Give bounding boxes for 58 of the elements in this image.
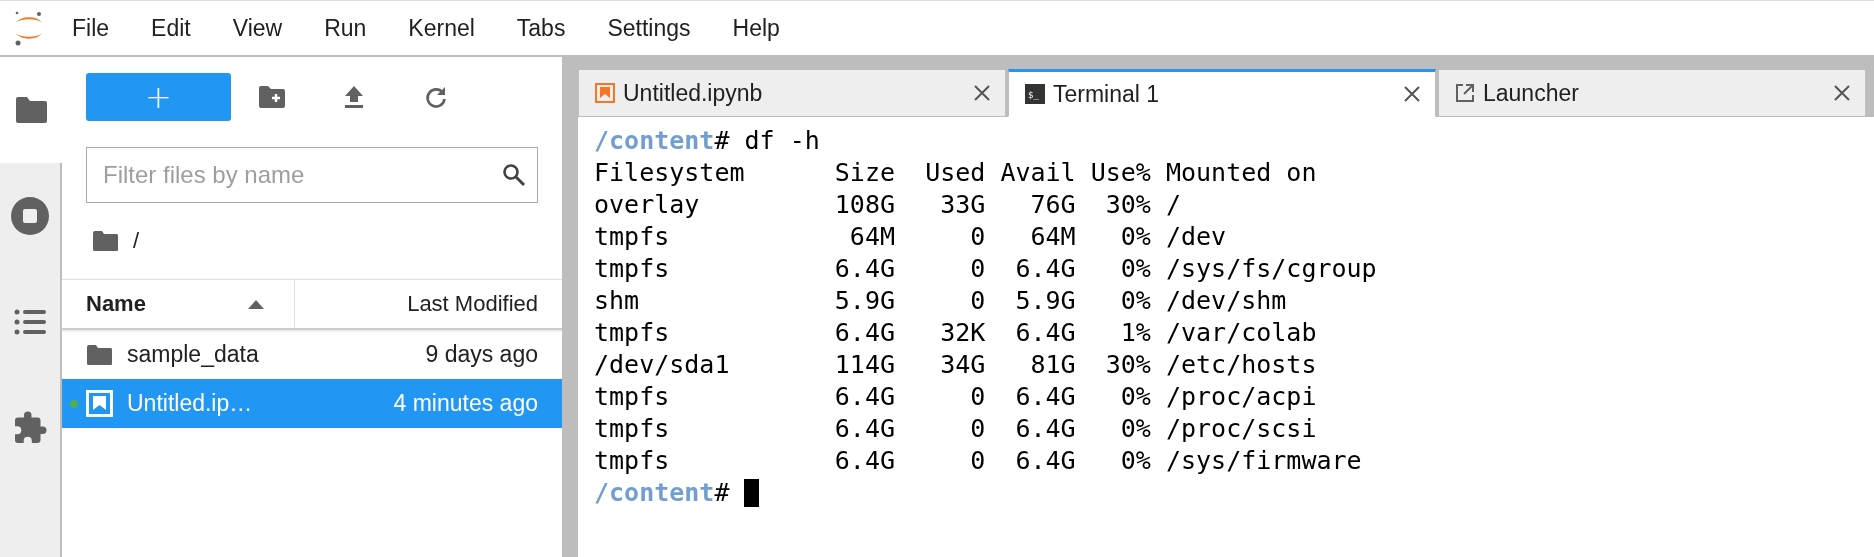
puzzle-icon <box>12 410 48 446</box>
terminal-line: # <box>714 477 730 509</box>
menu-item[interactable]: View <box>232 14 283 42</box>
external-link-icon <box>1455 83 1475 103</box>
menu-item[interactable]: Run <box>324 14 367 42</box>
menu-item[interactable]: File <box>72 14 110 42</box>
folder-icon <box>14 96 48 124</box>
close-icon[interactable] <box>1833 84 1851 102</box>
terminal-line: tmpfs 6.4G 0 6.4G 0% /proc/scsi <box>594 413 1318 445</box>
stop-circle-icon <box>11 197 49 235</box>
modified-time: 9 days ago <box>425 341 538 368</box>
terminal-line: tmpfs 6.4G 32K 6.4G 1% /var/colab <box>594 317 1318 349</box>
document-tab[interactable]: $_ Terminal 1 <box>1008 69 1436 117</box>
terminal-line: tmpfs 6.4G 0 6.4G 0% /sys/firmware <box>594 445 1363 477</box>
menu-item[interactable]: Help <box>732 14 780 42</box>
terminal-icon: $_ <box>1025 84 1045 104</box>
tab-label: Launcher <box>1483 79 1580 107</box>
folder-icon[interactable] <box>92 230 119 252</box>
prompt-path: /content <box>594 125 715 157</box>
menu-item[interactable]: Kernel <box>408 14 475 42</box>
search-icon <box>502 163 526 187</box>
sort-caret-icon <box>248 299 264 309</box>
modified-time: 4 minutes ago <box>393 390 538 417</box>
menu-item[interactable]: Tabs <box>516 14 566 42</box>
folder-icon <box>86 343 113 366</box>
notebook-icon <box>595 83 615 103</box>
menu-item[interactable]: Settings <box>607 14 691 42</box>
notebook-icon <box>86 390 113 417</box>
column-label: Last Modified <box>407 291 538 317</box>
column-label: Name <box>86 291 146 317</box>
terminal-line: /dev/sda1 114G 34G 81G 30% /etc/hosts <box>594 349 1318 381</box>
terminal-line: tmpfs 6.4G 0 6.4G 0% /sys/fs/cgroup <box>594 253 1378 285</box>
tab-label: Terminal 1 <box>1053 80 1161 108</box>
terminal-line: tmpfs 6.4G 0 6.4G 0% /proc/acpi <box>594 381 1318 413</box>
menu-item[interactable]: Edit <box>151 14 191 42</box>
filter-field[interactable]: Filter files by name <box>86 147 538 203</box>
list-icon <box>14 309 46 335</box>
close-icon[interactable] <box>973 84 991 102</box>
folder-plus-icon <box>258 85 286 109</box>
tab-label: Untitled.ipynb <box>623 79 764 107</box>
column-header[interactable]: Last Modified <box>295 280 562 328</box>
file-row[interactable]: sample_data 9 days ago <box>62 330 562 379</box>
close-icon[interactable] <box>1403 85 1421 103</box>
sidebar-tab[interactable] <box>0 57 62 163</box>
breadcrumb-link[interactable]: / <box>133 228 140 254</box>
terminal-line: shm 5.9G 0 5.9G 0% /dev/shm <box>594 285 1288 317</box>
prompt-path: /content <box>594 477 715 509</box>
terminal-line: overlay 108G 33G 76G 30% / <box>594 189 1182 221</box>
file-name: sample_data <box>127 341 260 368</box>
column-header[interactable]: Name <box>62 280 295 328</box>
terminal-line: Filesystem Size Used Avail Use% Mounted on <box>594 157 1318 189</box>
document-tab[interactable]: Launcher <box>1438 69 1866 117</box>
file-name: Untitled.ip… <box>127 390 254 417</box>
document-tab[interactable]: Untitled.ipynb <box>578 69 1006 117</box>
refresh-icon <box>424 85 448 109</box>
terminal-line: # df -h <box>714 125 820 157</box>
terminal-line: tmpfs 64M 0 64M 0% /dev <box>594 221 1228 253</box>
upload-icon <box>343 85 365 109</box>
